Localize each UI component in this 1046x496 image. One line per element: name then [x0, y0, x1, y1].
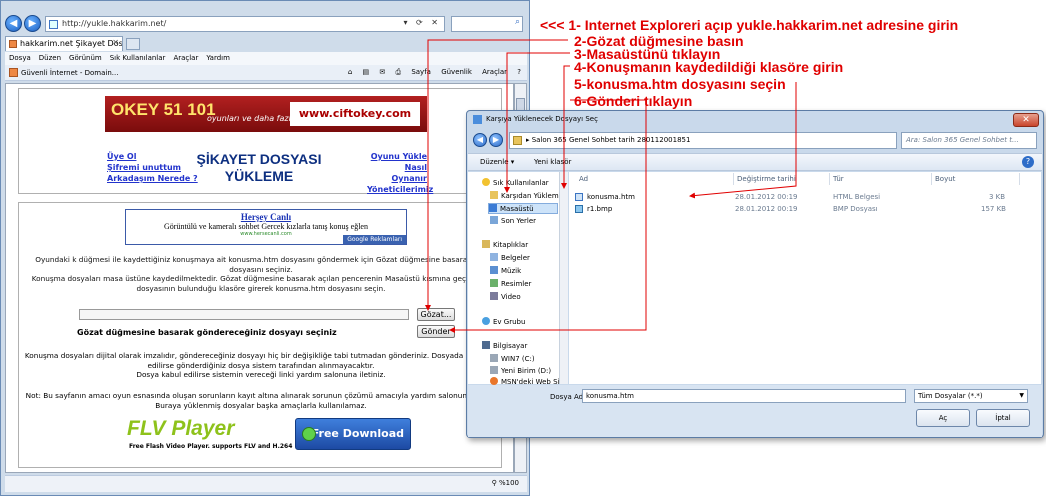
annotation-arrows — [425, 39, 797, 333]
arrow-step-6 — [449, 99, 647, 333]
arrow-step-5 — [689, 82, 797, 199]
arrow-step-2 — [425, 39, 568, 311]
arrow-step-4 — [561, 65, 570, 189]
arrow-step-3 — [504, 52, 570, 193]
